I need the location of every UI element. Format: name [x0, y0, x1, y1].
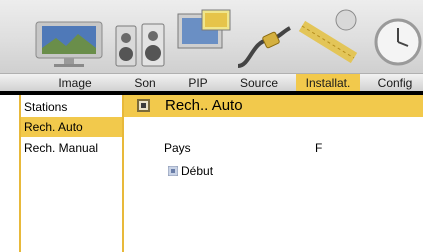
tab-source[interactable]: Source — [230, 74, 288, 92]
tab-son[interactable]: Son — [126, 74, 164, 92]
pays-label: Pays — [164, 141, 191, 155]
search-auto-icon — [137, 99, 150, 112]
sidebar: Stations Rech. Auto Rech. Manual — [19, 95, 122, 252]
sidebar-item-rech-manual[interactable]: Rech. Manual — [19, 138, 122, 158]
pip-icon[interactable] — [176, 8, 232, 52]
installation-tape-icon[interactable] — [296, 6, 362, 66]
speakers-sound-icon[interactable] — [114, 22, 168, 68]
source-cable-icon[interactable] — [234, 22, 294, 70]
tab-config[interactable]: Config — [367, 74, 423, 92]
start-button-icon — [168, 166, 178, 176]
menu-icon-strip — [0, 0, 423, 74]
pays-value[interactable]: F — [315, 141, 322, 155]
page-title: Rech.. Auto — [165, 97, 243, 114]
start-button[interactable]: Début — [181, 164, 213, 178]
tab-pip[interactable]: PIP — [182, 74, 214, 92]
sidebar-border-left — [19, 95, 21, 252]
tab-installation[interactable]: Installat. — [296, 74, 360, 92]
content-header: Rech.. Auto — [124, 95, 423, 117]
content-panel: Pays F Début — [124, 117, 423, 252]
main-menu-bar: Image Son PIP Source Installat. Config — [0, 73, 423, 92]
config-clock-icon[interactable] — [366, 14, 423, 70]
sidebar-item-rech-auto[interactable]: Rech. Auto — [19, 117, 122, 137]
tv-image-icon[interactable] — [34, 20, 106, 70]
sidebar-item-stations[interactable]: Stations — [19, 97, 122, 117]
tab-image[interactable]: Image — [44, 74, 106, 92]
